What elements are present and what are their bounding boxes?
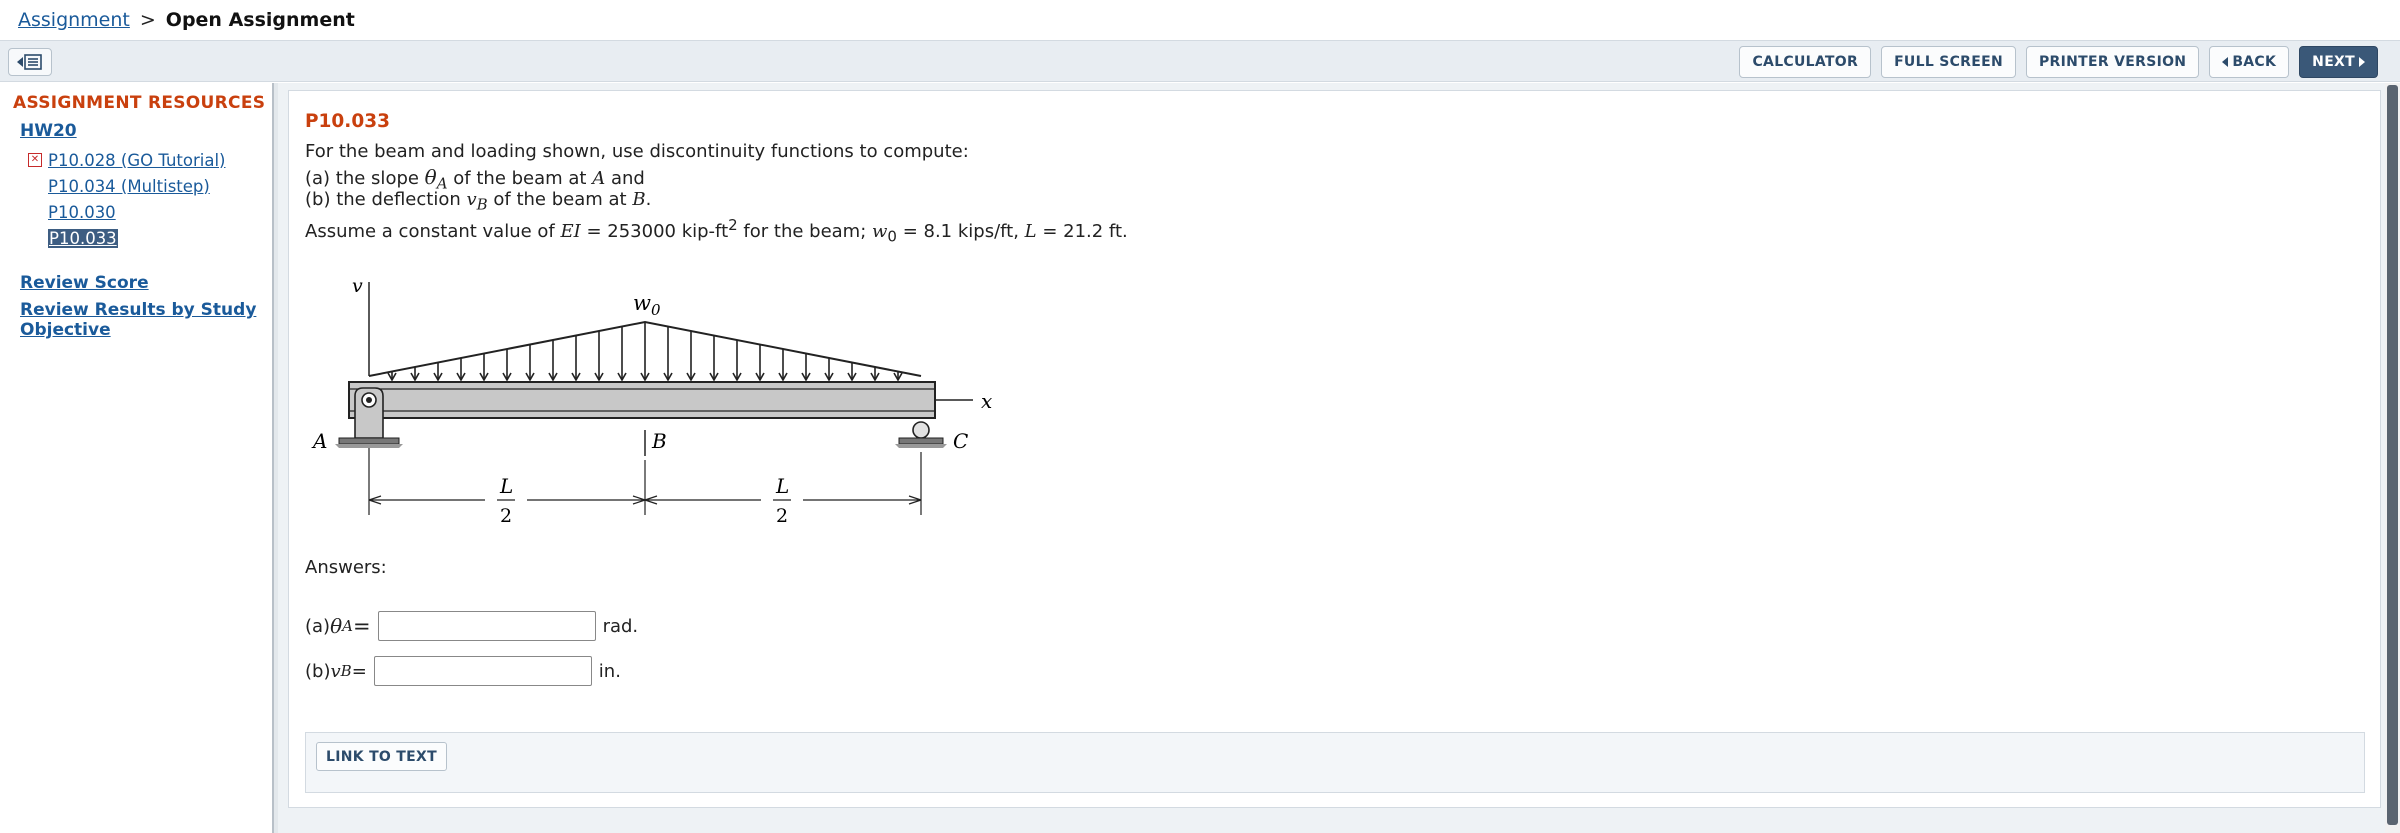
answers-label: Answers:	[305, 557, 387, 578]
dim-l-bottom-1: 2	[500, 505, 512, 527]
v-b-unit: in.	[598, 660, 621, 682]
v-b-input[interactable]	[373, 656, 592, 686]
sidebar-title: ASSIGNMENT RESOURCES	[13, 93, 266, 113]
answer-row-a: (a) θA = rad.	[305, 611, 638, 641]
back-label: BACK	[2232, 54, 2277, 70]
review-results-link[interactable]: Review Results by Study Objective	[20, 300, 265, 340]
sidebar-item-label[interactable]: P10.030	[48, 203, 116, 222]
v-axis-label: v	[352, 275, 363, 297]
question-line-1: For the beam and loading shown, use disc…	[305, 141, 969, 162]
theta-a-input[interactable]	[377, 611, 596, 641]
full-screen-button[interactable]: FULL SCREEN	[1881, 46, 2016, 78]
question-line-4: Assume a constant value of EI = 253000 k…	[305, 216, 1128, 246]
breadcrumb: Assignment > Open Assignment	[18, 0, 355, 40]
back-button[interactable]: BACK	[2209, 46, 2290, 78]
sidebar-item-label[interactable]: P10.034 (Multistep)	[48, 177, 210, 196]
homework-link[interactable]: HW20	[20, 121, 77, 141]
link-panel: LINK TO TEXT	[305, 732, 2365, 793]
dim-l-top-2: L	[775, 474, 789, 498]
sidebar-item-p10-030[interactable]: P10.030	[28, 199, 225, 225]
load-arrows	[387, 322, 903, 382]
w0-label: w0	[633, 291, 661, 319]
x-axis-label: x	[981, 389, 992, 413]
link-to-text-button[interactable]: LINK TO TEXT	[316, 742, 447, 771]
breadcrumb-current: Open Assignment	[165, 9, 355, 31]
breadcrumb-assignment-link[interactable]: Assignment	[18, 9, 130, 31]
question-line-3: (b) the deflection vB of the beam at B.	[305, 189, 652, 214]
incorrect-icon: ✕	[28, 153, 42, 167]
point-c-label: C	[953, 429, 968, 453]
caret-right-icon	[2359, 57, 2365, 67]
scrollbar-thumb[interactable]	[2387, 85, 2398, 825]
problem-list: ✕ P10.028 (GO Tutorial) P10.034 (Multist…	[28, 147, 225, 251]
sidebar-item-p10-033[interactable]: P10.033	[28, 225, 225, 251]
next-button[interactable]: NEXT	[2299, 46, 2378, 78]
problem-id: P10.033	[305, 111, 390, 132]
sidebar-item-label[interactable]: P10.028 (GO Tutorial)	[48, 151, 225, 170]
sidebar-item-p10-034[interactable]: P10.034 (Multistep)	[28, 173, 225, 199]
sidebar-item-label-selected[interactable]: P10.033	[48, 228, 118, 248]
next-label: NEXT	[2312, 54, 2355, 70]
caret-left-icon	[2222, 57, 2229, 67]
answer-row-b: (b) vB = in.	[305, 656, 621, 686]
calculator-button[interactable]: CALCULATOR	[1739, 46, 1872, 78]
sidebar-item-p10-028[interactable]: ✕ P10.028 (GO Tutorial)	[28, 147, 225, 173]
point-b-label: B	[651, 429, 667, 453]
breadcrumb-separator: >	[139, 9, 156, 31]
printer-version-button[interactable]: PRINTER VERSION	[2026, 46, 2200, 78]
dim-l-top-1: L	[499, 474, 513, 498]
toolbar: CALCULATOR FULL SCREEN PRINTER VERSION B…	[0, 40, 2400, 82]
sidebar: ASSIGNMENT RESOURCES HW20 ✕ P10.028 (GO …	[0, 83, 272, 833]
sidebar-collapse-icon	[17, 54, 42, 70]
toggle-sidebar-button[interactable]	[8, 48, 52, 76]
point-a-label: A	[311, 429, 327, 453]
review-score-link[interactable]: Review Score	[20, 273, 265, 293]
theta-a-unit: rad.	[602, 615, 639, 637]
dim-l-bottom-2: 2	[776, 505, 788, 527]
beam-diagram: v w0 x A C B L 2 L 2	[311, 275, 992, 527]
